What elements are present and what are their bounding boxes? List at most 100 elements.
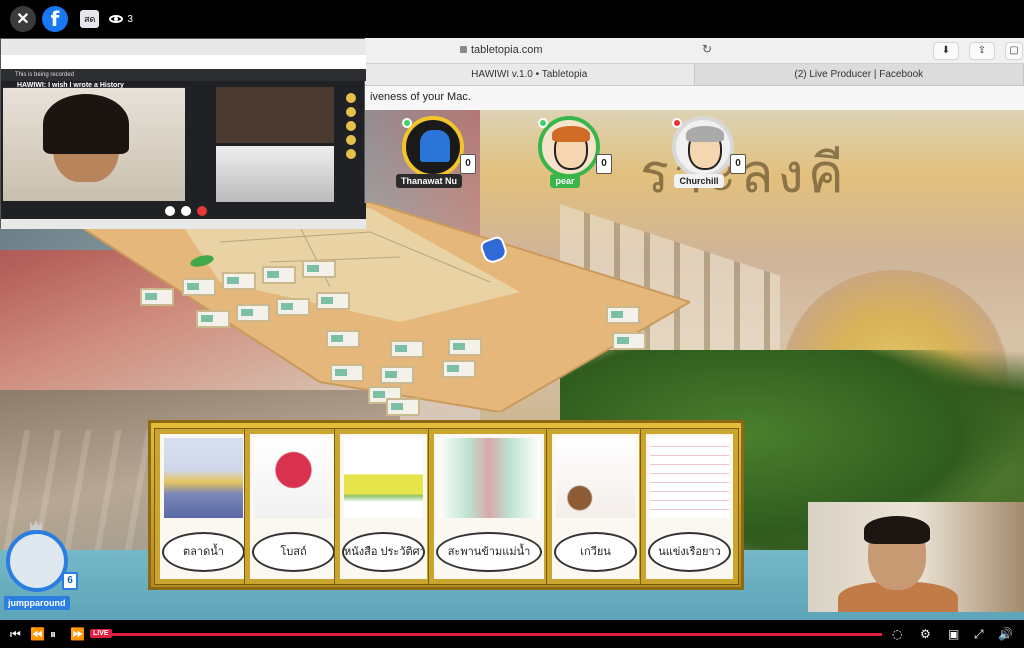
- hand-card[interactable]: โบสถ์: [245, 429, 342, 584]
- facebook-logo-icon[interactable]: f: [42, 6, 68, 32]
- offline-status-icon: [672, 118, 682, 128]
- call-browser-tabs: [1, 39, 366, 55]
- card-caption: โบสถ์: [252, 532, 335, 572]
- board-card[interactable]: [196, 310, 230, 328]
- board-card[interactable]: [182, 278, 216, 296]
- video-call-window[interactable]: This is being recorded HAWIWI: I wish I …: [0, 38, 366, 229]
- participant-tile-main[interactable]: [3, 87, 185, 201]
- url-field[interactable]: tabletopia.com: [460, 44, 543, 56]
- hang-up-icon[interactable]: [197, 206, 207, 216]
- board-card[interactable]: [316, 292, 350, 310]
- reload-icon[interactable]: ↻: [702, 42, 712, 56]
- fullscreen-icon[interactable]: ⤢: [974, 627, 984, 642]
- url-text: tabletopia.com: [471, 44, 543, 56]
- reaction-icon[interactable]: [346, 93, 356, 103]
- player-hand: ตลาดน้ำ โบสถ์ หนังสือ ประวัติศาสตร์ สะพา…: [148, 420, 744, 590]
- board-card[interactable]: [380, 366, 414, 384]
- player-churchill[interactable]: 0 Churchill: [644, 116, 754, 196]
- board-card[interactable]: [222, 272, 256, 290]
- board-card[interactable]: [448, 338, 482, 356]
- call-controls: [1, 203, 366, 219]
- player-name: Thanawat Nu: [395, 174, 462, 188]
- card-caption: ตลาดน้ำ: [162, 532, 245, 572]
- tab-tabletopia[interactable]: HAWIWI v.1.0 • Tabletopia: [365, 64, 695, 85]
- host-player[interactable]: 6 jumpparound: [4, 520, 84, 610]
- reaction-icon[interactable]: [346, 107, 356, 117]
- player-name: pear: [550, 174, 580, 188]
- player-thanawat[interactable]: 0 Thanawat Nu: [374, 116, 484, 196]
- board-card[interactable]: [390, 340, 424, 358]
- card-art: [254, 438, 333, 518]
- board-card[interactable]: [326, 330, 360, 348]
- reaction-icon[interactable]: [346, 121, 356, 131]
- board-card[interactable]: [140, 288, 174, 306]
- participant-tile[interactable]: [216, 87, 334, 143]
- meeting-title: HAWIWI: I wish I wrote a History: [17, 82, 124, 89]
- mic-icon[interactable]: [165, 206, 175, 216]
- close-icon[interactable]: ✕: [10, 6, 36, 32]
- card-caption: สะพานข้ามแม่น้ำ: [436, 532, 542, 572]
- tab-live-producer[interactable]: (2) Live Producer | Facebook: [695, 64, 1024, 85]
- card-art: [344, 438, 423, 518]
- recording-notice: This is being recorded: [1, 69, 366, 81]
- hand-card[interactable]: เกวียน: [547, 429, 644, 584]
- board-card[interactable]: [236, 304, 270, 322]
- board-card[interactable]: [262, 266, 296, 284]
- player-pear[interactable]: 0 pear: [510, 116, 620, 196]
- board-card[interactable]: [276, 298, 310, 316]
- live-badge: สด: [80, 10, 100, 28]
- lock-icon: [460, 46, 467, 53]
- hair-icon: [552, 126, 590, 142]
- call-address-bar: [1, 55, 366, 69]
- download-icon[interactable]: ⬇: [933, 42, 959, 60]
- facebook-top-bar: ✕ f สด 3: [0, 0, 1024, 38]
- camera-icon[interactable]: [181, 206, 191, 216]
- live-indicator: LIVE: [90, 629, 112, 638]
- card-art: [650, 438, 729, 518]
- rewind-icon[interactable]: ⏪: [30, 627, 45, 641]
- info-bar: iveness of your Mac.: [365, 86, 1024, 110]
- viewer-count: 3: [109, 14, 133, 25]
- tabs-overview-icon[interactable]: ▢: [1005, 42, 1023, 60]
- host-card-count: 6: [62, 572, 78, 590]
- hair-icon: [686, 126, 724, 142]
- hand-card[interactable]: สะพานข้ามแม่น้ำ: [429, 429, 549, 584]
- crown-icon: [30, 520, 42, 530]
- online-status-icon: [538, 118, 548, 128]
- address-bar[interactable]: tabletopia.com ↻ ⬇ ⇪ ▢: [365, 38, 1024, 64]
- hand-card[interactable]: หนังสือ ประวัติศาสตร์: [335, 429, 432, 584]
- skip-back-icon[interactable]: ⏮: [10, 627, 21, 642]
- card-caption: เกวียน: [554, 532, 637, 572]
- participant-hair: [43, 94, 129, 154]
- progress-bar[interactable]: [110, 633, 882, 636]
- pause-icon[interactable]: ⏸: [50, 627, 56, 642]
- forward-icon[interactable]: ⏩: [70, 627, 85, 641]
- card-art: [164, 438, 243, 518]
- picture-in-picture-icon[interactable]: ▣: [948, 627, 959, 641]
- board-card[interactable]: [606, 306, 640, 324]
- share-icon[interactable]: ⇪: [969, 42, 995, 60]
- meeple-icon: [420, 130, 450, 162]
- reaction-bar: [339, 89, 363, 199]
- volume-icon[interactable]: 🔊: [998, 627, 1013, 641]
- board-card[interactable]: [612, 332, 646, 350]
- hand-card[interactable]: ตลาดน้ำ: [155, 429, 252, 584]
- card-art: [438, 438, 540, 518]
- online-status-icon: [402, 118, 412, 128]
- card-art: [556, 438, 635, 518]
- settings-gear-icon[interactable]: ⚙: [920, 627, 931, 641]
- board-card[interactable]: [302, 260, 336, 278]
- board-card[interactable]: [442, 360, 476, 378]
- board-card[interactable]: [330, 364, 364, 382]
- captions-icon[interactable]: ◌: [892, 627, 902, 641]
- board-card[interactable]: [386, 398, 420, 416]
- participant-tile[interactable]: [216, 146, 334, 202]
- video-controls: ⏮ ⏪ ⏸ ⏩ LIVE ◌ ⚙ ▣ ⤢ 🔊: [0, 620, 1024, 648]
- reaction-icon[interactable]: [346, 149, 356, 159]
- hand-card[interactable]: นแข่งเรือยาว: [641, 429, 738, 584]
- eye-icon: [109, 15, 124, 23]
- tab-strip: HAWIWI v.1.0 • Tabletopia (2) Live Produ…: [365, 64, 1024, 86]
- reaction-icon[interactable]: [346, 135, 356, 145]
- host-name: jumpparound: [4, 596, 70, 610]
- screen: ✕ f สด 3 tabletopia.com ↻ ⬇ ⇪ ▢ HAWIWI v…: [0, 0, 1024, 648]
